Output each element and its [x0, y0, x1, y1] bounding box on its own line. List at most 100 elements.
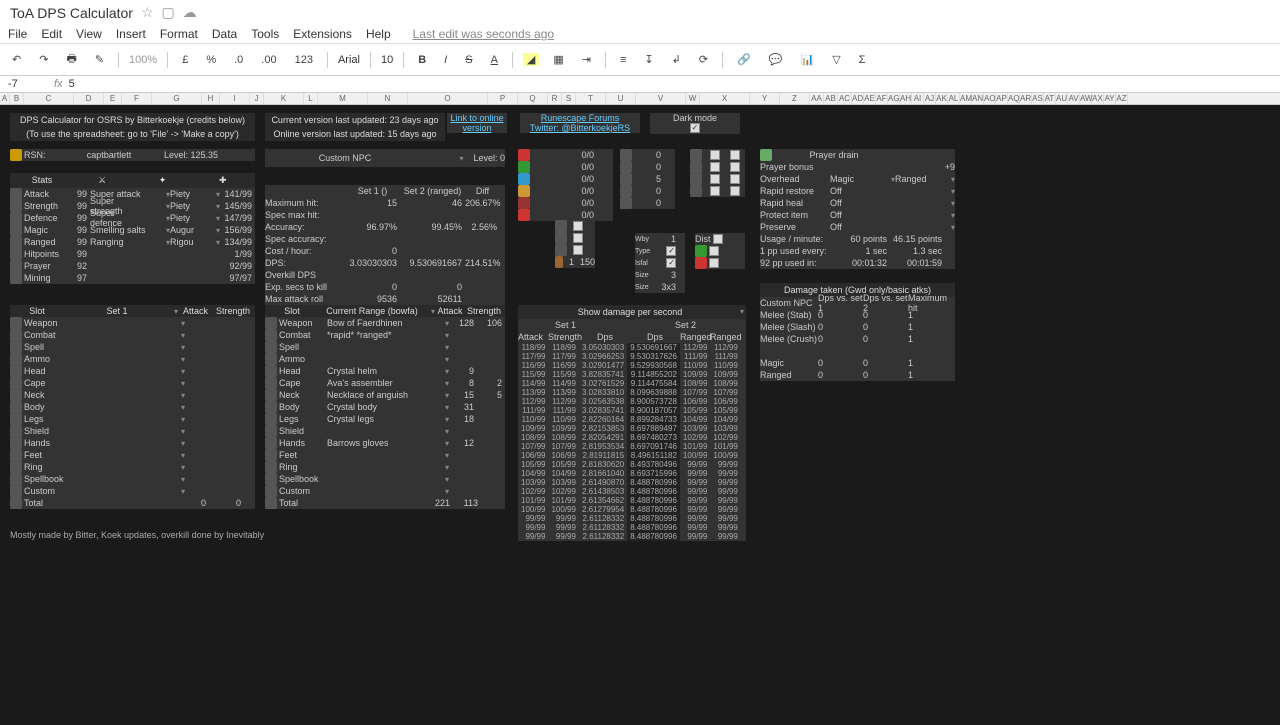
col-AX[interactable]: AX [1092, 93, 1104, 104]
twitter-link[interactable]: Twitter: @BitterkoekjeRS [520, 123, 640, 133]
folder-icon[interactable]: ▢ [162, 4, 175, 21]
col-AS[interactable]: AS [1032, 93, 1044, 104]
wrap-icon[interactable]: ↲ [668, 51, 685, 68]
col-Y[interactable]: Y [750, 93, 780, 104]
textcolor-icon[interactable]: A [487, 52, 502, 68]
check2[interactable] [710, 162, 720, 172]
col-AG[interactable]: AG [888, 93, 900, 104]
menu-tools[interactable]: Tools [251, 27, 279, 41]
col-AE[interactable]: AE [864, 93, 876, 104]
font-size[interactable]: 10 [381, 54, 393, 66]
bold-icon[interactable]: B [414, 52, 430, 68]
col-Q[interactable]: Q [518, 93, 548, 104]
col-G[interactable]: G [152, 93, 202, 104]
col-AL[interactable]: AL [948, 93, 960, 104]
col-S[interactable]: S [562, 93, 576, 104]
col-AC[interactable]: AC [838, 93, 852, 104]
rs-forums-link[interactable]: Runescape Forums [520, 113, 640, 123]
undo-icon[interactable]: ↶ [8, 51, 25, 68]
menu-extensions[interactable]: Extensions [293, 27, 352, 41]
col-AZ[interactable]: AZ [1116, 93, 1128, 104]
menu-view[interactable]: View [76, 27, 102, 41]
redo-icon[interactable]: ↷ [35, 51, 52, 68]
col-AY[interactable]: AY [1104, 93, 1116, 104]
col-C[interactable]: C [24, 93, 74, 104]
col-N[interactable]: N [368, 93, 408, 104]
col-AP[interactable]: AP [996, 93, 1008, 104]
col-AQ[interactable]: AQ [1008, 93, 1020, 104]
currency-icon[interactable]: £ [178, 52, 192, 68]
col-B[interactable]: B [10, 93, 24, 104]
col-AF[interactable]: AF [876, 93, 888, 104]
col-X[interactable]: X [700, 93, 750, 104]
last-edit[interactable]: Last edit was seconds ago [413, 27, 554, 41]
check2b[interactable] [730, 162, 740, 172]
col-AW[interactable]: AW [1080, 93, 1092, 104]
cloud-icon[interactable]: ☁ [183, 4, 197, 21]
col-AH[interactable]: AH [900, 93, 912, 104]
check4b[interactable] [730, 186, 740, 196]
fill-icon[interactable]: ◢ [523, 53, 539, 66]
check4[interactable] [710, 186, 720, 196]
format-123[interactable]: 123 [291, 52, 317, 68]
col-M[interactable]: M [318, 93, 368, 104]
link-icon[interactable]: 🔗 [733, 51, 755, 68]
cell-ref[interactable]: -7 [8, 78, 48, 90]
decimal-dec[interactable]: .0 [230, 52, 247, 68]
paint-icon[interactable]: ✎ [91, 51, 108, 68]
check3b[interactable] [730, 174, 740, 184]
menu-data[interactable]: Data [212, 27, 237, 41]
online-link[interactable]: Link to online version [447, 113, 507, 133]
col-F[interactable]: F [122, 93, 152, 104]
menu-insert[interactable]: Insert [116, 27, 146, 41]
merge-icon[interactable]: ⇥ [578, 51, 595, 68]
overhead-2[interactable]: Ranged [895, 174, 940, 184]
chart-icon[interactable]: 📊 [796, 51, 818, 68]
col-AU[interactable]: AU [1056, 93, 1068, 104]
col-AI[interactable]: AI [912, 93, 924, 104]
col-AB[interactable]: AB [824, 93, 838, 104]
col-AV[interactable]: AV [1068, 93, 1080, 104]
formula-value[interactable]: 5 [69, 78, 75, 90]
col-D[interactable]: D [74, 93, 104, 104]
col-A[interactable]: A [0, 93, 10, 104]
strike-icon[interactable]: S [461, 52, 476, 68]
menu-file[interactable]: File [8, 27, 27, 41]
menu-help[interactable]: Help [366, 27, 391, 41]
menu-edit[interactable]: Edit [41, 27, 62, 41]
col-R[interactable]: R [548, 93, 562, 104]
col-AJ[interactable]: AJ [924, 93, 936, 104]
col-AN[interactable]: AN [972, 93, 984, 104]
col-AA[interactable]: AA [810, 93, 824, 104]
rsn-value[interactable]: captbartlett [54, 150, 164, 160]
check3[interactable] [710, 174, 720, 184]
col-AO[interactable]: AO [984, 93, 996, 104]
darkmode-checkbox[interactable] [690, 123, 700, 133]
col-L[interactable]: L [304, 93, 318, 104]
halign-icon[interactable]: ≡ [616, 52, 630, 68]
col-J[interactable]: J [250, 93, 264, 104]
filter-icon[interactable]: ▽ [828, 51, 844, 68]
valign-icon[interactable]: ↧ [640, 51, 657, 68]
dps-mode-select[interactable]: Show damage per second [520, 307, 740, 317]
font-select[interactable]: Arial [338, 54, 360, 66]
col-V[interactable]: V [636, 93, 686, 104]
col-AT[interactable]: AT [1044, 93, 1056, 104]
col-AK[interactable]: AK [936, 93, 948, 104]
col-Z[interactable]: Z [780, 93, 810, 104]
italic-icon[interactable]: I [440, 52, 451, 68]
functions-icon[interactable]: Σ [855, 52, 870, 68]
col-O[interactable]: O [408, 93, 488, 104]
rotate-icon[interactable]: ⟳ [695, 51, 712, 68]
overhead-1[interactable]: Magic [830, 174, 880, 184]
col-P[interactable]: P [488, 93, 518, 104]
col-AM[interactable]: AM [960, 93, 972, 104]
chevron-down-icon[interactable]: ▾ [459, 154, 463, 163]
col-AD[interactable]: AD [852, 93, 864, 104]
menu-format[interactable]: Format [160, 27, 198, 41]
percent-icon[interactable]: % [202, 52, 220, 68]
star-icon[interactable]: ☆ [141, 4, 154, 21]
col-I[interactable]: I [220, 93, 250, 104]
col-U[interactable]: U [606, 93, 636, 104]
col-H[interactable]: H [202, 93, 220, 104]
